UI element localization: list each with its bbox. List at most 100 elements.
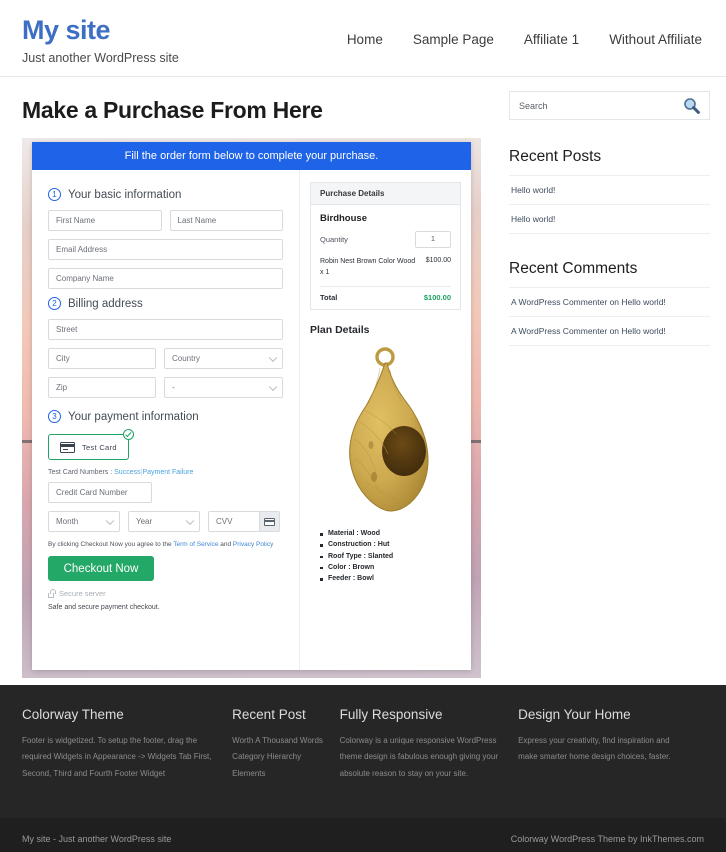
chevron-down-icon [268, 353, 278, 362]
privacy-policy-link[interactable]: Privacy Policy [233, 541, 273, 548]
chevron-down-icon [105, 516, 115, 525]
details-divider [320, 286, 451, 287]
step-3-heading: 3 Your payment information [48, 410, 283, 423]
test-failure-link[interactable]: Payment Failure [142, 469, 193, 476]
page-title: Make a Purchase From Here [22, 97, 323, 123]
footer-column-text: Colorway is a unique responsive WordPres… [339, 736, 498, 778]
step-2-number: 2 [48, 297, 61, 310]
state-select-value: - [172, 383, 175, 392]
expiry-year-select[interactable]: Year [128, 511, 200, 532]
total-label: Total [320, 293, 338, 302]
recent-comments-list: A WordPress Commenter on Hello world! A … [509, 287, 710, 346]
footer-column-design-your-home: Design Your Home Express your creativity… [518, 707, 704, 818]
nav-item-affiliate-1[interactable]: Affiliate 1 [524, 32, 579, 47]
credit-card-number-input[interactable]: Credit Card Number [48, 482, 152, 503]
expiry-year-value: Year [136, 517, 153, 526]
last-name-input[interactable]: Last Name [169, 210, 283, 231]
street-input[interactable]: Street [48, 319, 283, 340]
expiry-month-value: Month [56, 517, 79, 526]
product-name: Birdhouse [320, 213, 367, 224]
plan-spec-list: Material : Wood Construction : Hut Roof … [310, 528, 461, 585]
safe-checkout-note: Safe and secure payment checkout. [48, 604, 160, 611]
expiry-month-select[interactable]: Month [48, 511, 120, 532]
step-1-label: Your basic information [68, 188, 182, 201]
first-name-input[interactable]: First Name [48, 210, 162, 231]
state-select[interactable]: - [164, 377, 283, 398]
search-input[interactable]: Search [519, 101, 683, 111]
country-select-value: Country [172, 354, 201, 363]
recent-posts-list: Hello world! Hello world! [509, 175, 710, 234]
recent-comment-item[interactable]: A WordPress Commenter on Hello world! [509, 316, 710, 346]
footer-copyright: My site - Just another WordPress site [22, 834, 172, 844]
footer-column-title: Fully Responsive [339, 707, 443, 722]
footer-post-item[interactable]: Elements [232, 766, 323, 782]
site-header: My site Just another WordPress site Home… [0, 0, 726, 77]
footer-post-item[interactable]: Category Hierarchy [232, 749, 323, 765]
recent-post-item[interactable]: Hello world! [509, 204, 710, 234]
purchase-details-heading: Purchase Details [311, 183, 460, 205]
footer-recent-post-list: Worth A Thousand Words Category Hierarch… [232, 733, 323, 782]
footer-column-colorway-theme: Colorway Theme Footer is widgetized. To … [22, 707, 232, 818]
nav-item-without-affiliate[interactable]: Without Affiliate [609, 32, 702, 47]
plan-details-title: Plan Details [310, 324, 370, 336]
total-row: Total $100.00 [320, 293, 451, 302]
terms-of-service-link[interactable]: Term of Service [173, 541, 218, 548]
quantity-label: Quantity [320, 235, 348, 244]
secure-server-label: Secure server [59, 589, 106, 598]
footer-column-text: Footer is widgetized. To setup the foote… [22, 736, 212, 778]
cvv-input[interactable]: CVV [208, 511, 280, 532]
total-value: $100.00 [423, 293, 451, 302]
test-card-label: Test Card [82, 442, 117, 452]
recent-comments-title: Recent Comments [509, 260, 638, 277]
line-item-name: Robin Nest Brown Color Wood x 1 [320, 258, 416, 276]
quantity-input[interactable]: 1 [415, 231, 451, 248]
step-1-number: 1 [48, 188, 61, 201]
test-card-button[interactable]: Test Card [48, 434, 129, 460]
checkout-now-button[interactable]: Checkout Now [48, 556, 154, 581]
quantity-row: Quantity 1 [320, 231, 451, 248]
test-card-numbers-note: Test Card Numbers : Success|Payment Fail… [48, 469, 283, 476]
city-input[interactable]: City [48, 348, 156, 369]
site-title[interactable]: My site [22, 15, 179, 46]
sidebar: Search Recent Posts Hello world! Hello w… [495, 77, 726, 685]
check-circle-icon [122, 429, 134, 440]
lock-icon [48, 589, 56, 598]
zip-input[interactable]: Zip [48, 377, 156, 398]
recent-posts-title: Recent Posts [509, 148, 602, 165]
site-tagline: Just another WordPress site [22, 50, 179, 65]
search-widget[interactable]: Search [509, 91, 710, 120]
nav-item-home[interactable]: Home [347, 32, 383, 47]
search-icon[interactable] [683, 97, 700, 114]
country-select[interactable]: Country [164, 348, 283, 369]
recent-comment-item[interactable]: A WordPress Commenter on Hello world! [509, 287, 710, 316]
step-3-label: Your payment information [68, 410, 199, 423]
footer-column-title: Colorway Theme [22, 707, 124, 722]
purchase-details-column: Purchase Details Birdhouse Quantity 1 Ro… [300, 170, 471, 670]
step-2-label: Billing address [68, 297, 143, 310]
nav-item-sample-page[interactable]: Sample Page [413, 32, 494, 47]
plan-spec-item: Roof Type : Slanted [320, 551, 461, 562]
test-card-option-wrapper: Test Card [48, 429, 134, 460]
company-name-input[interactable]: Company Name [48, 268, 283, 289]
footer-column-title: Design Your Home [518, 707, 631, 722]
primary-navigation: Home Sample Page Affiliate 1 Without Aff… [347, 10, 704, 47]
chevron-down-icon [185, 516, 195, 525]
email-input[interactable]: Email Address [48, 239, 283, 260]
plan-spec-item: Material : Wood [320, 528, 461, 539]
widget-spacer [509, 234, 710, 260]
checkout-form-column: 1 Your basic information First Name Last… [32, 170, 300, 670]
plan-spec-item: Construction : Hut [320, 539, 461, 550]
footer-credit[interactable]: Colorway WordPress Theme by InkThemes.co… [511, 834, 704, 844]
chevron-down-icon [268, 382, 278, 391]
footer-column-fully-responsive: Fully Responsive Colorway is a unique re… [340, 707, 518, 818]
order-form-card: Fill the order form below to complete yo… [32, 142, 471, 670]
step-1-heading: 1 Your basic information [48, 188, 283, 201]
footer-column-text: Express your creativity, find inspiratio… [518, 736, 671, 762]
step-3-number: 3 [48, 410, 61, 423]
page-body: Make a Purchase From Here Fill the order… [0, 77, 726, 685]
recent-post-item[interactable]: Hello world! [509, 175, 710, 204]
test-success-link[interactable]: Success [114, 469, 140, 476]
order-form-banner: Fill the order form below to complete yo… [32, 142, 471, 170]
secure-server-row: Secure server [48, 589, 283, 598]
footer-post-item[interactable]: Worth A Thousand Words [232, 733, 323, 749]
